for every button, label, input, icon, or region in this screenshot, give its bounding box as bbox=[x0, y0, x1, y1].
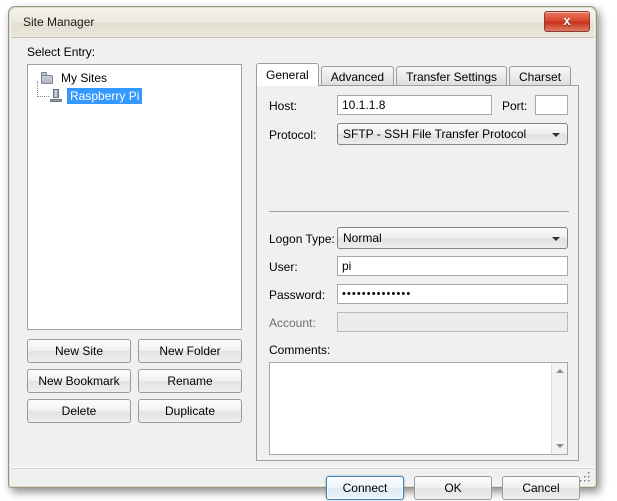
scroll-up-arrow-icon[interactable] bbox=[552, 363, 567, 379]
password-input[interactable]: •••••••••••••• bbox=[337, 284, 568, 304]
close-button[interactable]: x bbox=[544, 11, 590, 32]
host-label: Host: bbox=[269, 99, 298, 113]
delete-button[interactable]: Delete bbox=[27, 399, 131, 423]
tab-general[interactable]: General bbox=[256, 63, 319, 86]
logon-type-selected-value: Normal bbox=[343, 231, 382, 245]
window-title: Site Manager bbox=[23, 15, 95, 29]
folder-icon bbox=[40, 71, 54, 85]
bottom-divider bbox=[11, 467, 594, 469]
user-label: User: bbox=[269, 260, 298, 274]
tree-item-raspberry-pi[interactable]: Raspberry Pi bbox=[28, 81, 241, 105]
site-tree-view[interactable]: My Sites Raspberry Pi bbox=[27, 64, 242, 330]
comments-textarea[interactable] bbox=[269, 362, 568, 455]
tab-charset[interactable]: Charset bbox=[509, 66, 572, 86]
account-label: Account: bbox=[269, 316, 316, 330]
logon-type-label: Logon Type: bbox=[269, 232, 335, 246]
tree-item-my-sites[interactable]: My Sites bbox=[28, 69, 241, 87]
tree-item-label: Raspberry Pi bbox=[67, 88, 143, 104]
comments-label: Comments: bbox=[269, 343, 331, 357]
section-divider bbox=[269, 211, 569, 212]
tab-transfer-settings[interactable]: Transfer Settings bbox=[396, 66, 508, 86]
comments-scrollbar[interactable] bbox=[551, 363, 567, 454]
tab-advanced[interactable]: Advanced bbox=[320, 66, 395, 86]
rename-button[interactable]: Rename bbox=[138, 369, 242, 393]
resize-grip[interactable] bbox=[578, 470, 591, 483]
tree-item-label: My Sites bbox=[61, 71, 108, 85]
password-label: Password: bbox=[269, 288, 326, 302]
cancel-button[interactable]: Cancel bbox=[502, 476, 580, 500]
scroll-down-arrow-icon[interactable] bbox=[552, 438, 567, 454]
account-input bbox=[337, 312, 568, 332]
port-label: Port: bbox=[502, 99, 528, 113]
dialog-button-bar: Connect OK Cancel bbox=[326, 476, 580, 500]
protocol-label: Protocol: bbox=[269, 128, 317, 142]
select-entry-label: Select Entry: bbox=[27, 45, 96, 59]
host-input[interactable] bbox=[337, 95, 492, 115]
site-actions-button-grid: New Site New Folder New Bookmark Rename … bbox=[27, 339, 242, 423]
dialog-client-area: Select Entry: My Sites Raspberry Pi New … bbox=[11, 37, 594, 500]
connect-button[interactable]: Connect bbox=[326, 476, 404, 500]
general-tab-panel: Host: Port: Protocol: SFTP - SSH File Tr… bbox=[256, 85, 579, 461]
new-bookmark-button[interactable]: New Bookmark bbox=[27, 369, 131, 393]
desktop-backdrop: Site Manager x Select Entry: My Sites Ra… bbox=[0, 0, 617, 501]
tab-strip: General Advanced Transfer Settings Chars… bbox=[256, 63, 572, 86]
ok-button[interactable]: OK bbox=[414, 476, 492, 500]
port-input[interactable] bbox=[535, 95, 568, 115]
new-folder-button[interactable]: New Folder bbox=[138, 339, 242, 363]
logon-type-select[interactable]: Normal bbox=[337, 227, 568, 249]
user-input[interactable] bbox=[337, 256, 568, 276]
close-icon: x bbox=[563, 13, 571, 28]
title-bar[interactable]: Site Manager x bbox=[11, 9, 594, 37]
server-icon bbox=[50, 89, 62, 103]
chevron-down-icon bbox=[552, 133, 560, 137]
protocol-select[interactable]: SFTP - SSH File Transfer Protocol bbox=[337, 123, 568, 145]
duplicate-button[interactable]: Duplicate bbox=[138, 399, 242, 423]
site-manager-dialog: Site Manager x Select Entry: My Sites Ra… bbox=[8, 6, 597, 500]
protocol-selected-value: SFTP - SSH File Transfer Protocol bbox=[343, 127, 527, 141]
chevron-down-icon bbox=[552, 237, 560, 241]
new-site-button[interactable]: New Site bbox=[27, 339, 131, 363]
